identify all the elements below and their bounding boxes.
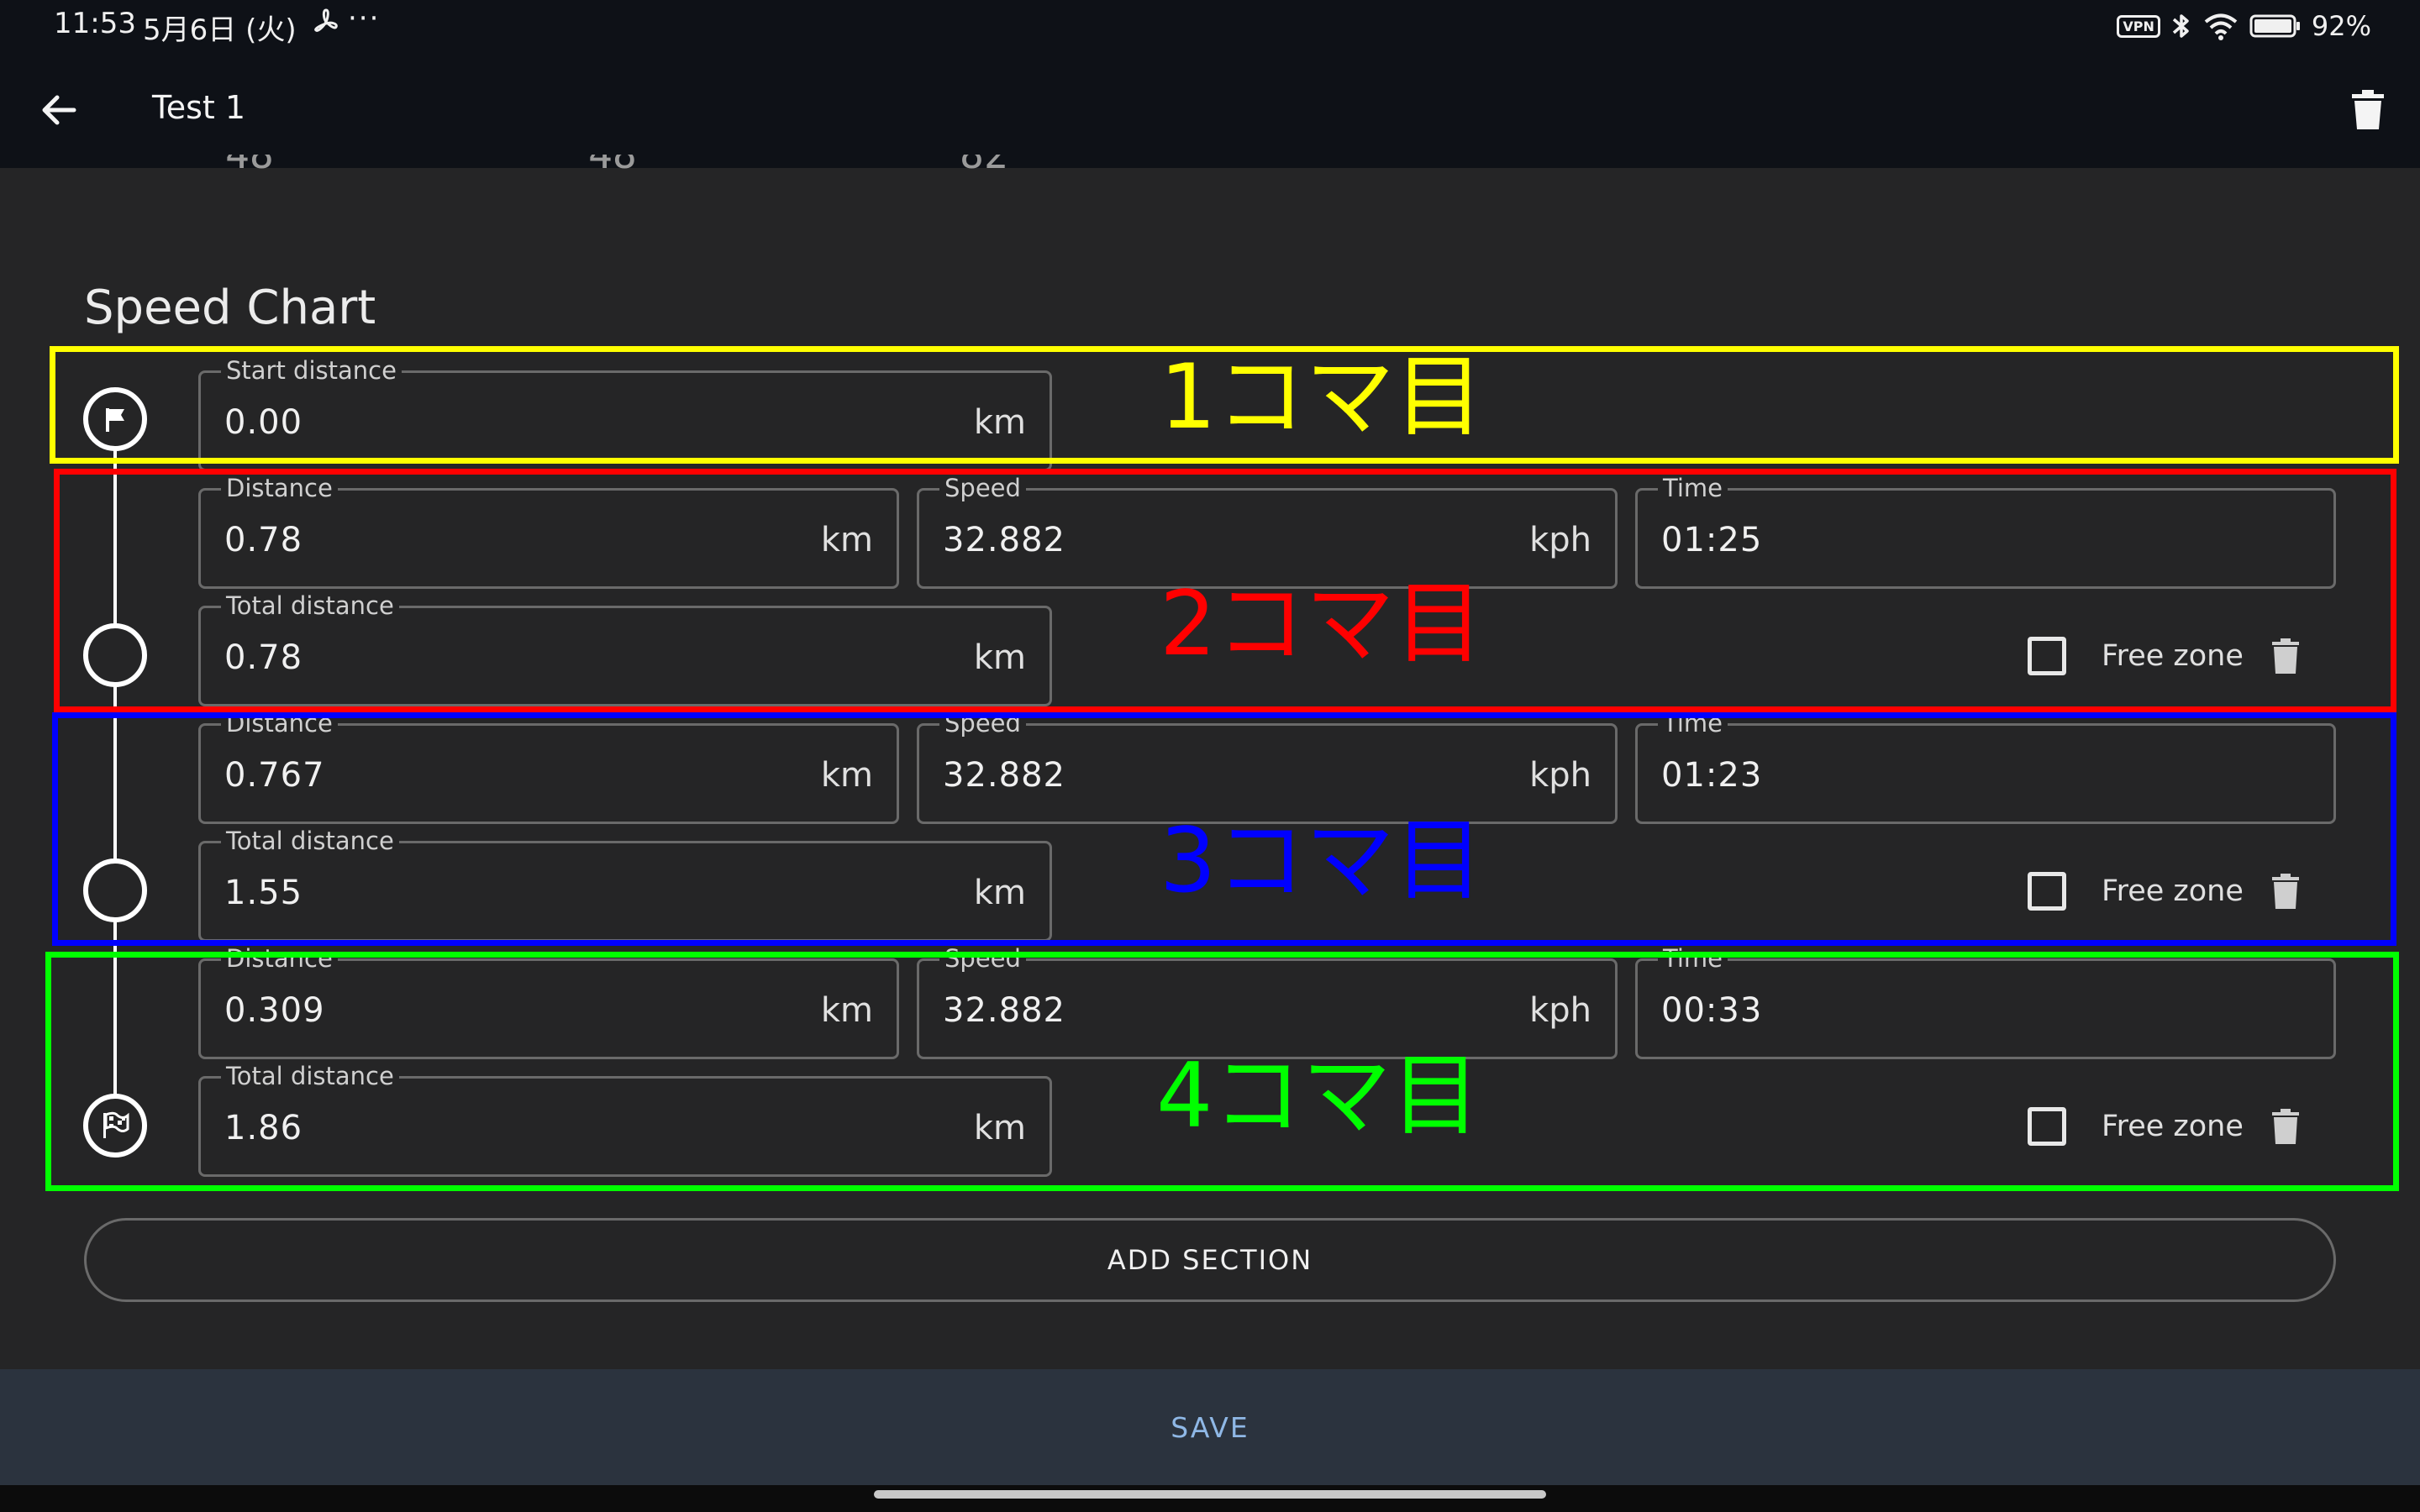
annotation-label-3: 3コマ目 bbox=[1160, 809, 1484, 912]
system-nav-bar bbox=[0, 1485, 2420, 1512]
annotation-label-2: 2コマ目 bbox=[1160, 572, 1484, 675]
back-button[interactable] bbox=[34, 85, 84, 135]
clipped-summary-value: 48 bbox=[588, 155, 672, 175]
pdf-notification-icon bbox=[314, 8, 338, 32]
annotation-label-1: 1コマ目 bbox=[1160, 345, 1484, 449]
clipped-summary-value: 48 bbox=[225, 155, 301, 175]
more-notifications-icon: ··· bbox=[348, 2, 381, 35]
arrow-left-icon bbox=[42, 95, 76, 125]
section-title: Speed Chart bbox=[84, 281, 376, 335]
app-bar: Test 1 bbox=[0, 52, 2420, 168]
bluetooth-icon bbox=[2172, 14, 2189, 38]
status-indicators: VPN 92% bbox=[2117, 7, 2371, 45]
trash-icon bbox=[2352, 90, 2384, 129]
annotation-label-4: 4コマ目 bbox=[1156, 1044, 1481, 1147]
wifi-icon bbox=[2204, 13, 2238, 40]
delete-test-button[interactable] bbox=[2343, 85, 2393, 135]
save-button[interactable]: SAVE bbox=[0, 1369, 2420, 1485]
clipped-summary-value: 82 bbox=[960, 155, 1044, 175]
add-section-button[interactable]: ADD SECTION bbox=[84, 1218, 2336, 1302]
status-bar: 11:53 5月6日 (火) ··· VPN 92% bbox=[0, 0, 2420, 52]
home-indicator[interactable] bbox=[874, 1490, 1546, 1499]
battery-icon bbox=[2249, 14, 2300, 38]
vpn-icon: VPN bbox=[2117, 14, 2160, 38]
page-title: Test 1 bbox=[152, 89, 246, 126]
status-time: 11:53 bbox=[54, 7, 136, 40]
battery-percent: 92% bbox=[2311, 10, 2371, 42]
status-date: 5月6日 (火) bbox=[143, 13, 297, 47]
